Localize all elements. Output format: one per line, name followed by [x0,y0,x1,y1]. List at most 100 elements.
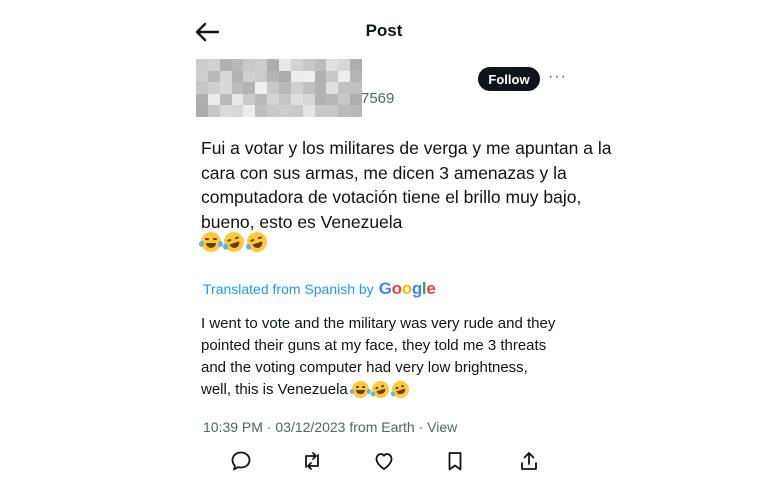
translated-label: Translated from Spanish by [203,281,374,297]
pixel-cell [290,105,303,117]
pixel-cell [290,70,303,83]
pixel-cell [290,59,303,71]
rofl-emoji [389,378,411,401]
more-options-button[interactable]: ··· [548,68,567,86]
pixel-cell [243,105,256,117]
pixel-cell [278,82,291,94]
pixel-cell [243,59,256,71]
translated-emojis [349,378,411,401]
pixel-cell [255,70,268,83]
pixel-cell [302,105,315,117]
pixelated-author-name [196,59,362,117]
pixel-cell [338,59,351,71]
google-logo-letter: e [426,279,436,298]
pixel-cell [267,70,279,83]
reply-icon[interactable] [230,450,252,472]
pixel-cell [243,70,256,83]
google-logo: Google [379,279,436,299]
pixel-cell [196,59,208,71]
pixel-cell [267,93,279,106]
post-time: 10:39 PM [203,419,263,435]
pixel-cell [302,59,315,71]
pixel-cell [290,82,303,94]
meta-separator: · [414,419,428,435]
follow-button[interactable]: Follow [478,67,540,91]
pixel-cell [196,105,208,117]
pixel-cell [196,82,208,94]
translation-attribution[interactable]: Translated from Spanish by Google [203,279,436,299]
pixel-cell [326,70,339,83]
pixel-cell [219,59,232,71]
pixel-cell [207,93,220,106]
post-location: from Earth [345,419,415,435]
laughing-tears-emoji [199,232,223,252]
post-emojis [199,229,270,255]
meta-separator: · [262,419,276,435]
pixel-cell [231,105,244,117]
pixel-cell [278,105,291,117]
pixel-cell [231,59,244,71]
pixel-cell [290,93,303,106]
author-handle: 7569 [361,90,395,107]
pixel-cell [243,82,256,94]
pixel-cell [267,82,279,94]
pixel-cell [278,70,291,83]
post-text: Fui a votar y los militares de verga y m… [201,138,612,232]
pixel-cell [302,70,315,83]
pixel-cell [314,59,327,71]
pixel-cell [302,82,315,94]
pixel-cell [196,93,208,106]
pixel-cell [255,82,268,94]
pixel-cell [350,59,362,71]
pixel-cell [278,59,291,71]
pixel-cell [350,70,362,83]
google-logo-letter: o [401,279,412,298]
rofl-emoji [244,229,270,255]
pixel-cell [207,82,220,94]
pixel-cell [338,82,351,94]
pixel-cell [314,82,327,94]
pixel-cell [255,105,268,117]
like-icon[interactable] [373,450,395,472]
pixel-cell [255,93,268,106]
translated-text: I went to vote and the military was very… [201,313,561,401]
rofl-emoji [221,229,247,255]
laughing-tears-emoji [349,381,371,398]
pixel-cell [278,93,291,106]
pixel-cell [338,93,351,106]
pixel-cell [219,105,232,117]
pixel-cell [326,82,339,94]
google-logo-letter: o [391,279,402,298]
post-meta: 10:39 PM · 03/12/2023 from Earth · View [203,419,457,435]
pixel-cell [314,105,327,117]
pixel-cell [255,59,268,71]
pixel-cell [338,105,351,117]
pixel-cell [267,105,279,117]
pixel-cell [219,70,232,83]
pixel-cell [267,59,279,71]
google-logo-letter: G [378,279,392,298]
page-title: Post [365,21,403,40]
view-link[interactable]: View [427,419,457,435]
share-icon[interactable] [518,450,540,472]
pixel-cell [207,59,220,71]
pixel-cell [207,105,220,117]
pixel-cell [231,82,244,94]
pixel-cell [243,93,256,106]
post-date: 03/12/2023 [275,419,346,435]
pixel-cell [314,93,327,106]
pixel-cell [326,59,339,71]
pixel-cell [196,70,208,83]
rofl-emoji [369,378,391,401]
pixel-cell [326,105,339,117]
pixel-cell [302,93,315,106]
action-bar [230,450,542,472]
pixel-cell [314,70,327,83]
pixel-cell [207,70,220,83]
pixel-cell [231,70,244,83]
repost-icon[interactable] [301,450,323,472]
pixel-cell [219,82,232,94]
bookmark-icon[interactable] [444,450,466,472]
pixel-cell [326,93,339,106]
pixel-cell [231,93,244,106]
